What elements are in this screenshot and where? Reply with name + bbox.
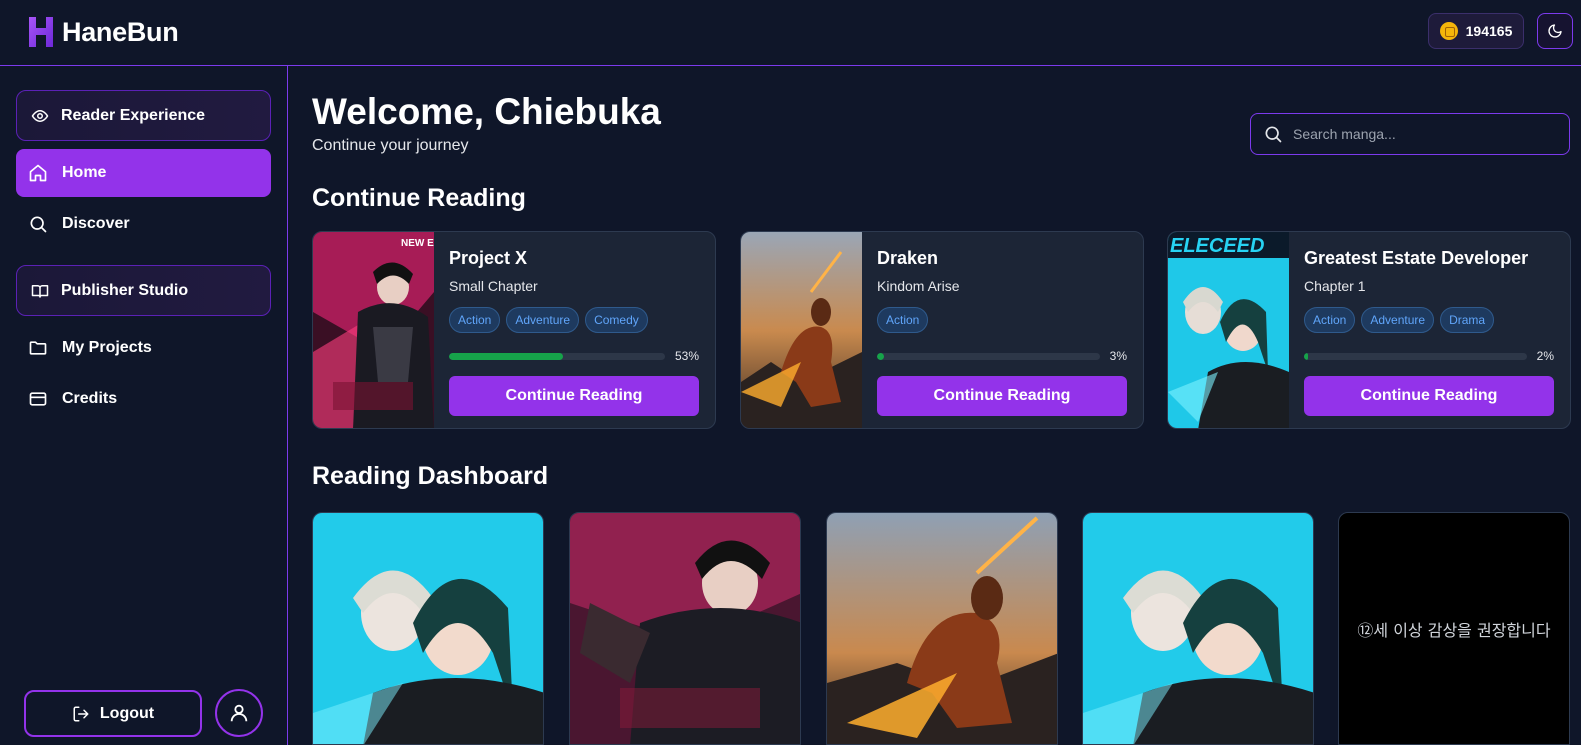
progress-track	[877, 352, 1100, 360]
search-input[interactable]	[1293, 126, 1553, 142]
logo-icon	[29, 17, 53, 47]
progress-percent: 3%	[1109, 349, 1127, 363]
credits-amount: 194165	[1465, 23, 1513, 39]
dashboard-manga-card[interactable]	[1082, 512, 1314, 745]
logout-button[interactable]: Logout	[24, 690, 202, 737]
user-icon	[230, 704, 248, 722]
publisher-studio-section[interactable]: Publisher Studio	[16, 265, 271, 316]
dashboard-manga-card[interactable]: ⑫세 이상 감상을 권장합니다	[1338, 512, 1570, 745]
continue-reading-button[interactable]: Continue Reading	[1304, 376, 1554, 416]
sidebar-item-discover[interactable]: Discover	[16, 200, 271, 248]
search-bar[interactable]	[1250, 113, 1570, 155]
sidebar-item-home[interactable]: Home	[16, 149, 271, 197]
genre-tags: Action Adventure Drama	[1304, 307, 1554, 333]
reader-experience-section[interactable]: Reader Experience	[16, 90, 271, 141]
genre-tag[interactable]: Action	[1304, 307, 1356, 333]
progress-fill	[877, 352, 884, 360]
page-title: Welcome, Chiebuka	[312, 91, 661, 132]
dashboard-manga-card[interactable]	[826, 512, 1058, 745]
progress-track	[1304, 352, 1527, 360]
eye-icon	[31, 109, 49, 122]
chapter-name: Kindom Arise	[877, 278, 960, 294]
progress-percent: 53%	[674, 349, 699, 363]
top-bar: HaneBun 194165	[0, 0, 1581, 66]
age-rating-notice: ⑫세 이상 감상을 권장합니다	[1357, 620, 1551, 640]
continue-reading-button[interactable]: Continue Reading	[449, 376, 699, 416]
genre-tags: Action	[877, 307, 1127, 333]
manga-title: Project X	[449, 248, 528, 268]
sidebar-item-label: My Projects	[62, 339, 152, 356]
coin-icon	[1439, 22, 1458, 40]
credit-card-icon	[29, 392, 47, 406]
dark-warrior-cover	[570, 513, 800, 744]
moon-icon	[1548, 24, 1562, 38]
logout-label: Logout	[99, 704, 155, 722]
cover-logo-text: ELECEED	[1170, 235, 1264, 257]
theme-toggle-button[interactable]	[1537, 13, 1573, 49]
sidebar: Reader Experience Home Discover Publishe…	[0, 66, 288, 745]
progress-track	[449, 352, 665, 360]
dashboard-manga-card[interactable]	[312, 512, 544, 745]
genre-tag[interactable]: Drama	[1440, 307, 1495, 333]
logout-icon	[73, 706, 89, 721]
sidebar-item-my-projects[interactable]: My Projects	[16, 324, 271, 372]
publisher-studio-label: Publisher Studio	[61, 281, 189, 299]
sidebar-item-label: Discover	[62, 215, 130, 232]
continue-card-body: Greatest Estate Developer Chapter 1 Acti…	[1304, 248, 1554, 416]
two-characters-cover	[313, 513, 543, 744]
genre-tag[interactable]: Adventure	[506, 307, 580, 333]
genre-tag[interactable]: Action	[449, 307, 501, 333]
two-characters-cover	[1083, 513, 1313, 744]
app-name: HaneBun	[62, 16, 179, 47]
continue-card-body: Project X Small Chapter Action Adventure…	[449, 248, 699, 416]
chapter-name: Chapter 1	[1304, 278, 1366, 294]
profile-avatar[interactable]	[215, 689, 263, 737]
manga-title: Draken	[877, 248, 939, 268]
continue-card[interactable]: ELECEED Greatest Estate Developer Chapte…	[1167, 231, 1571, 429]
continue-card[interactable]: Draken Kindom Arise Action 3% Continue R…	[740, 231, 1144, 429]
dashboard-manga-card[interactable]	[569, 512, 801, 745]
sidebar-item-label: Home	[62, 164, 107, 181]
continue-reading-button[interactable]: Continue Reading	[877, 376, 1127, 416]
sidebar-item-label: Credits	[62, 390, 118, 407]
sidebar-item-credits[interactable]: Credits	[16, 375, 271, 423]
search-icon	[1265, 126, 1282, 143]
dark-warrior-cover: NEW EPISODE	[313, 232, 434, 428]
continue-card-body: Draken Kindom Arise Action 3% Continue R…	[877, 248, 1127, 416]
progress-fill	[449, 352, 564, 360]
two-characters-cover: ELECEED	[1168, 232, 1289, 428]
progress-percent: 2%	[1536, 349, 1554, 363]
continue-reading-heading: Continue Reading	[312, 184, 526, 212]
book-open-icon	[31, 284, 49, 298]
dragon-rider-cover	[741, 232, 862, 428]
genre-tag[interactable]: Comedy	[585, 307, 648, 333]
search-icon	[30, 216, 47, 233]
progress-fill	[1304, 352, 1309, 360]
reading-progress: 53%	[449, 349, 699, 363]
dragon-rider-cover	[827, 513, 1057, 744]
cover-badge: NEW EPISODE	[401, 238, 434, 249]
genre-tags: Action Adventure Comedy	[449, 307, 699, 333]
folder-icon	[29, 341, 47, 355]
app-logo[interactable]: HaneBun	[26, 14, 179, 50]
reader-experience-label: Reader Experience	[61, 106, 206, 124]
page-subtitle: Continue your journey	[312, 137, 469, 154]
reading-progress: 3%	[877, 349, 1127, 363]
reading-progress: 2%	[1304, 349, 1554, 363]
genre-tag[interactable]: Action	[877, 307, 929, 333]
home-icon	[29, 164, 47, 182]
manga-title: Greatest Estate Developer	[1304, 248, 1529, 268]
chapter-name: Small Chapter	[449, 278, 538, 294]
credits-balance[interactable]: 194165	[1428, 13, 1524, 49]
continue-card[interactable]: NEW EPISODE Project X Small Chapter Acti…	[312, 231, 716, 429]
reading-dashboard-heading: Reading Dashboard	[312, 462, 549, 490]
genre-tag[interactable]: Adventure	[1361, 307, 1435, 333]
